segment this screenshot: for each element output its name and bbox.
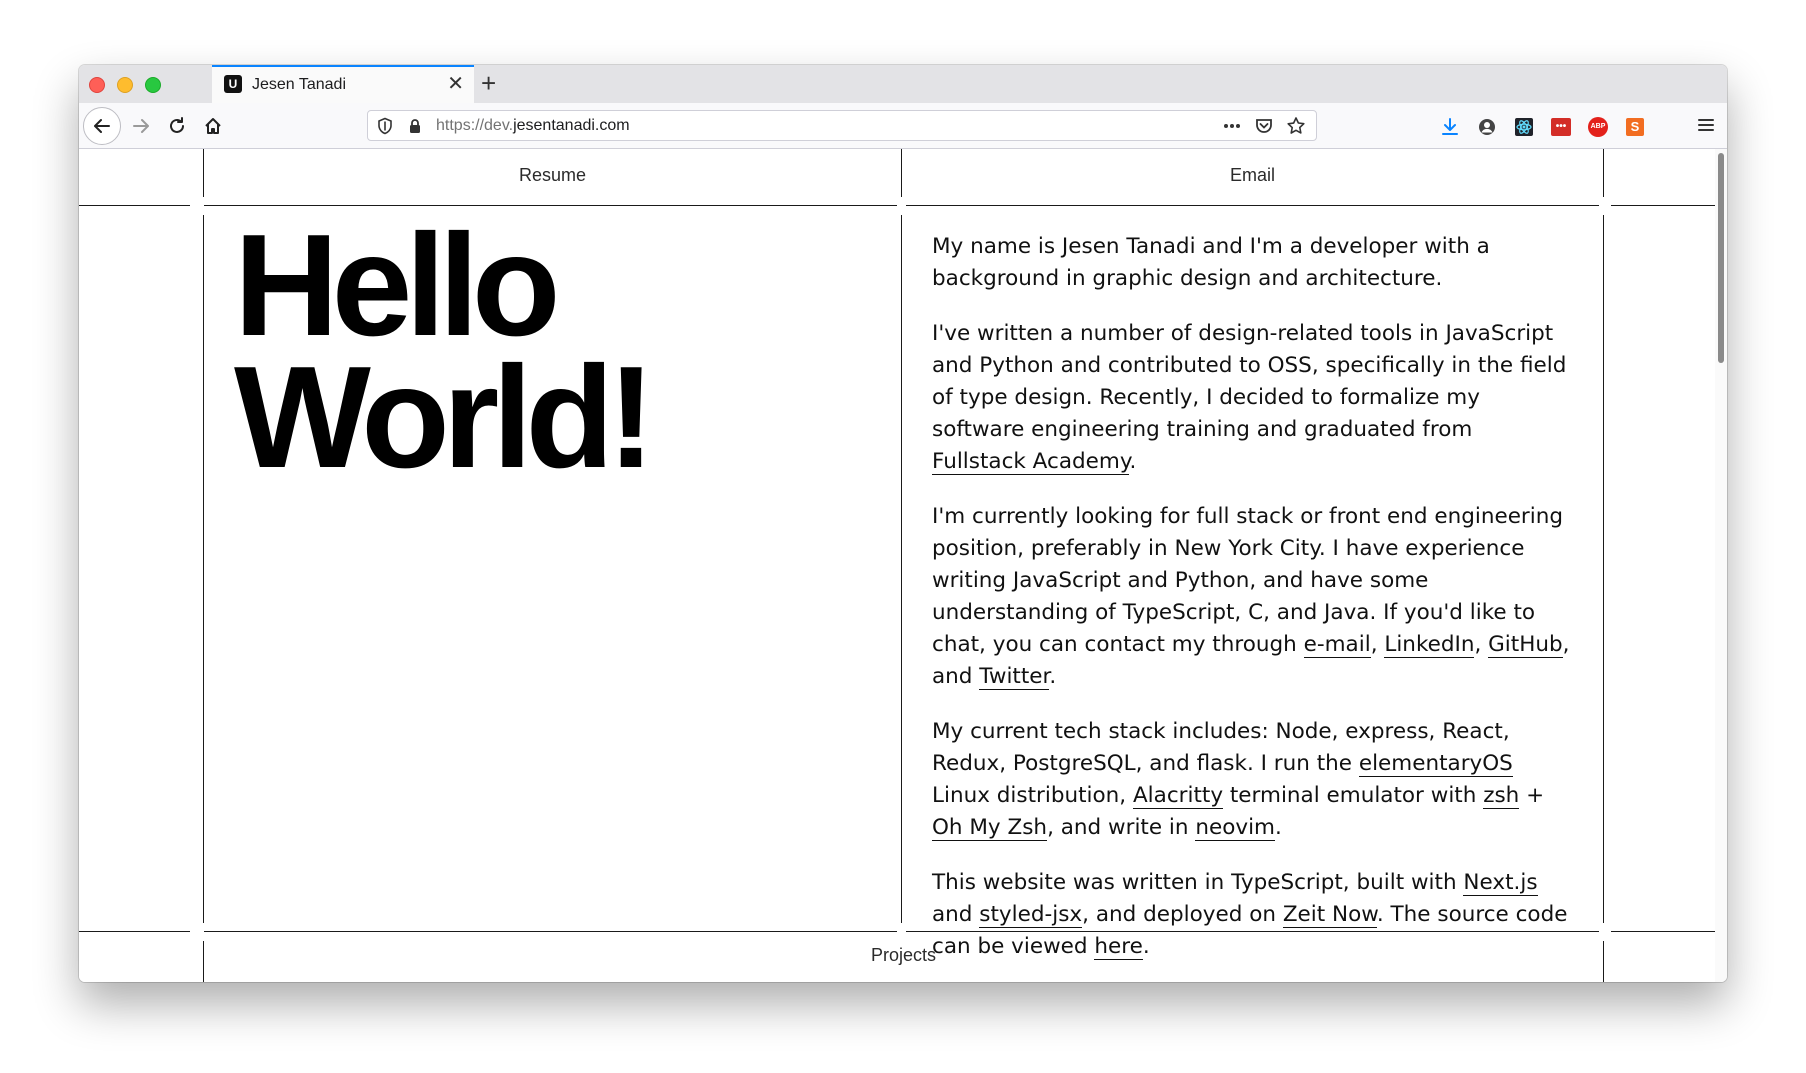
scrollbar-thumb[interactable] <box>1718 153 1724 363</box>
grid-line-top <box>1611 205 1715 206</box>
navigation-toolbar: https://dev.jesentanadi.com ••• ABP S <box>79 103 1727 149</box>
sumo-button[interactable]: S <box>1624 116 1646 138</box>
browser-tab[interactable]: U Jesen Tanadi ✕ <box>212 65 474 103</box>
bio-paragraph-1: My name is Jesen Tanadi and I'm a develo… <box>932 234 1490 291</box>
forward-button[interactable] <box>125 111 157 141</box>
grid-line-vertical <box>1603 941 1604 982</box>
bio-text: . <box>1142 934 1150 959</box>
hero-line-2: World! <box>234 336 655 498</box>
hero-line-1: Hello <box>234 204 561 366</box>
url-host: jesentanadi.com <box>513 117 630 134</box>
zsh-link[interactable]: zsh <box>1483 783 1520 809</box>
tab-title: Jesen Tanadi <box>252 76 346 93</box>
adblock-plus-icon: ABP <box>1588 117 1608 137</box>
nav-resume-link[interactable]: Resume <box>204 165 901 186</box>
reload-button[interactable] <box>161 111 193 141</box>
url-actions <box>1222 116 1306 136</box>
hero-heading: Hello World! <box>234 204 655 498</box>
lastpass-button[interactable]: ••• <box>1550 116 1572 138</box>
github-link[interactable]: GitHub <box>1488 632 1563 658</box>
reload-icon <box>170 117 184 133</box>
bio-text: , and write in <box>1047 815 1196 840</box>
forward-arrow-icon <box>133 119 149 133</box>
grid-line-vertical <box>1603 215 1604 923</box>
back-arrow-icon <box>94 119 110 133</box>
bookmark-star-icon[interactable] <box>1286 116 1306 136</box>
shield-icon[interactable] <box>376 117 394 140</box>
react-devtools-icon <box>1515 118 1533 136</box>
bio-text: Linux distribution, <box>932 783 1133 808</box>
bio-text: . <box>1049 664 1057 689</box>
url-prefix: https://dev. <box>436 117 514 134</box>
grid-line-bottom <box>1611 931 1715 932</box>
grid-line-top <box>906 205 1599 206</box>
url-bar[interactable]: https://dev.jesentanadi.com <box>367 110 1317 141</box>
bio-text: . <box>1129 449 1137 474</box>
nav-email-link[interactable]: Email <box>902 165 1603 186</box>
fullstack-academy-link[interactable]: Fullstack Academy <box>932 449 1130 475</box>
grid-line-bottom <box>79 931 190 932</box>
bio-text: + <box>1519 783 1545 808</box>
grid-line-vertical <box>1603 149 1604 197</box>
zeit-now-link[interactable]: Zeit Now <box>1282 902 1377 928</box>
bio-text: , <box>1474 632 1489 657</box>
browser-window: U Jesen Tanadi ✕ + https://dev.jesentana… <box>79 65 1727 982</box>
hamburger-menu-icon <box>1698 119 1714 131</box>
tab-close-icon[interactable]: ✕ <box>447 74 464 94</box>
bio-text: This website was written in TypeScript, … <box>932 870 1464 895</box>
lock-icon[interactable] <box>406 117 424 140</box>
source-code-link[interactable]: here <box>1094 934 1143 960</box>
grid-line-top <box>79 205 190 206</box>
download-button[interactable] <box>1439 116 1461 138</box>
lastpass-icon: ••• <box>1551 118 1571 136</box>
bio-paragraph-2: I've written a number of design-related … <box>932 318 1572 478</box>
home-button[interactable] <box>197 111 229 141</box>
react-devtools-button[interactable] <box>1513 116 1535 138</box>
pocket-icon[interactable] <box>1254 116 1274 136</box>
bio-text: , <box>1370 632 1385 657</box>
page-scrollbar[interactable] <box>1715 149 1727 982</box>
bio-text: and <box>932 902 980 927</box>
grid-line-vertical <box>203 215 204 923</box>
grid-line-vertical <box>901 215 902 923</box>
linkedin-link[interactable]: LinkedIn <box>1384 632 1475 658</box>
url-text[interactable]: https://dev.jesentanadi.com <box>436 117 630 135</box>
tab-strip: U Jesen Tanadi ✕ + <box>79 65 1727 104</box>
oh-my-zsh-link[interactable]: Oh My Zsh <box>932 815 1048 841</box>
bio-paragraph-5: This website was written in TypeScript, … <box>932 867 1572 963</box>
bio-paragraph-3: I'm currently looking for full stack or … <box>932 501 1572 693</box>
back-button[interactable] <box>83 107 121 145</box>
styled-jsx-link[interactable]: styled-jsx <box>979 902 1083 928</box>
nextjs-link[interactable]: Next.js <box>1463 870 1538 896</box>
bio-text: terminal emulator with <box>1223 783 1484 808</box>
download-icon <box>1442 118 1458 135</box>
minimize-window-button[interactable] <box>117 77 133 93</box>
bio-section: My name is Jesen Tanadi and I'm a develo… <box>932 231 1572 982</box>
extension-icons: ••• ABP S <box>1439 116 1646 138</box>
maximize-window-button[interactable] <box>145 77 161 93</box>
elementaryos-link[interactable]: elementaryOS <box>1358 751 1513 777</box>
more-icon[interactable] <box>1222 116 1242 136</box>
close-window-button[interactable] <box>89 77 105 93</box>
grid-line-bottom <box>204 931 897 932</box>
bio-text: I've written a number of design-related … <box>932 321 1567 442</box>
email-link[interactable]: e-mail <box>1303 632 1371 658</box>
bio-text: . <box>1275 815 1282 840</box>
account-icon <box>1479 119 1495 135</box>
page-content: Resume Email Projects Hello World! My na… <box>79 149 1715 982</box>
neovim-link[interactable]: neovim <box>1195 815 1275 841</box>
alacritty-link[interactable]: Alacritty <box>1132 783 1224 809</box>
twitter-link[interactable]: Twitter <box>979 664 1050 690</box>
sumo-icon: S <box>1626 118 1644 136</box>
new-tab-button[interactable]: + <box>481 69 496 97</box>
site-favicon-icon: U <box>224 75 242 93</box>
adblock-plus-button[interactable]: ABP <box>1587 116 1609 138</box>
app-menu-button[interactable] <box>1696 115 1716 140</box>
bio-paragraph-4: My current tech stack includes: Node, ex… <box>932 716 1572 844</box>
account-button[interactable] <box>1476 116 1498 138</box>
bio-text: , and deployed on <box>1082 902 1283 927</box>
home-icon <box>205 118 221 134</box>
